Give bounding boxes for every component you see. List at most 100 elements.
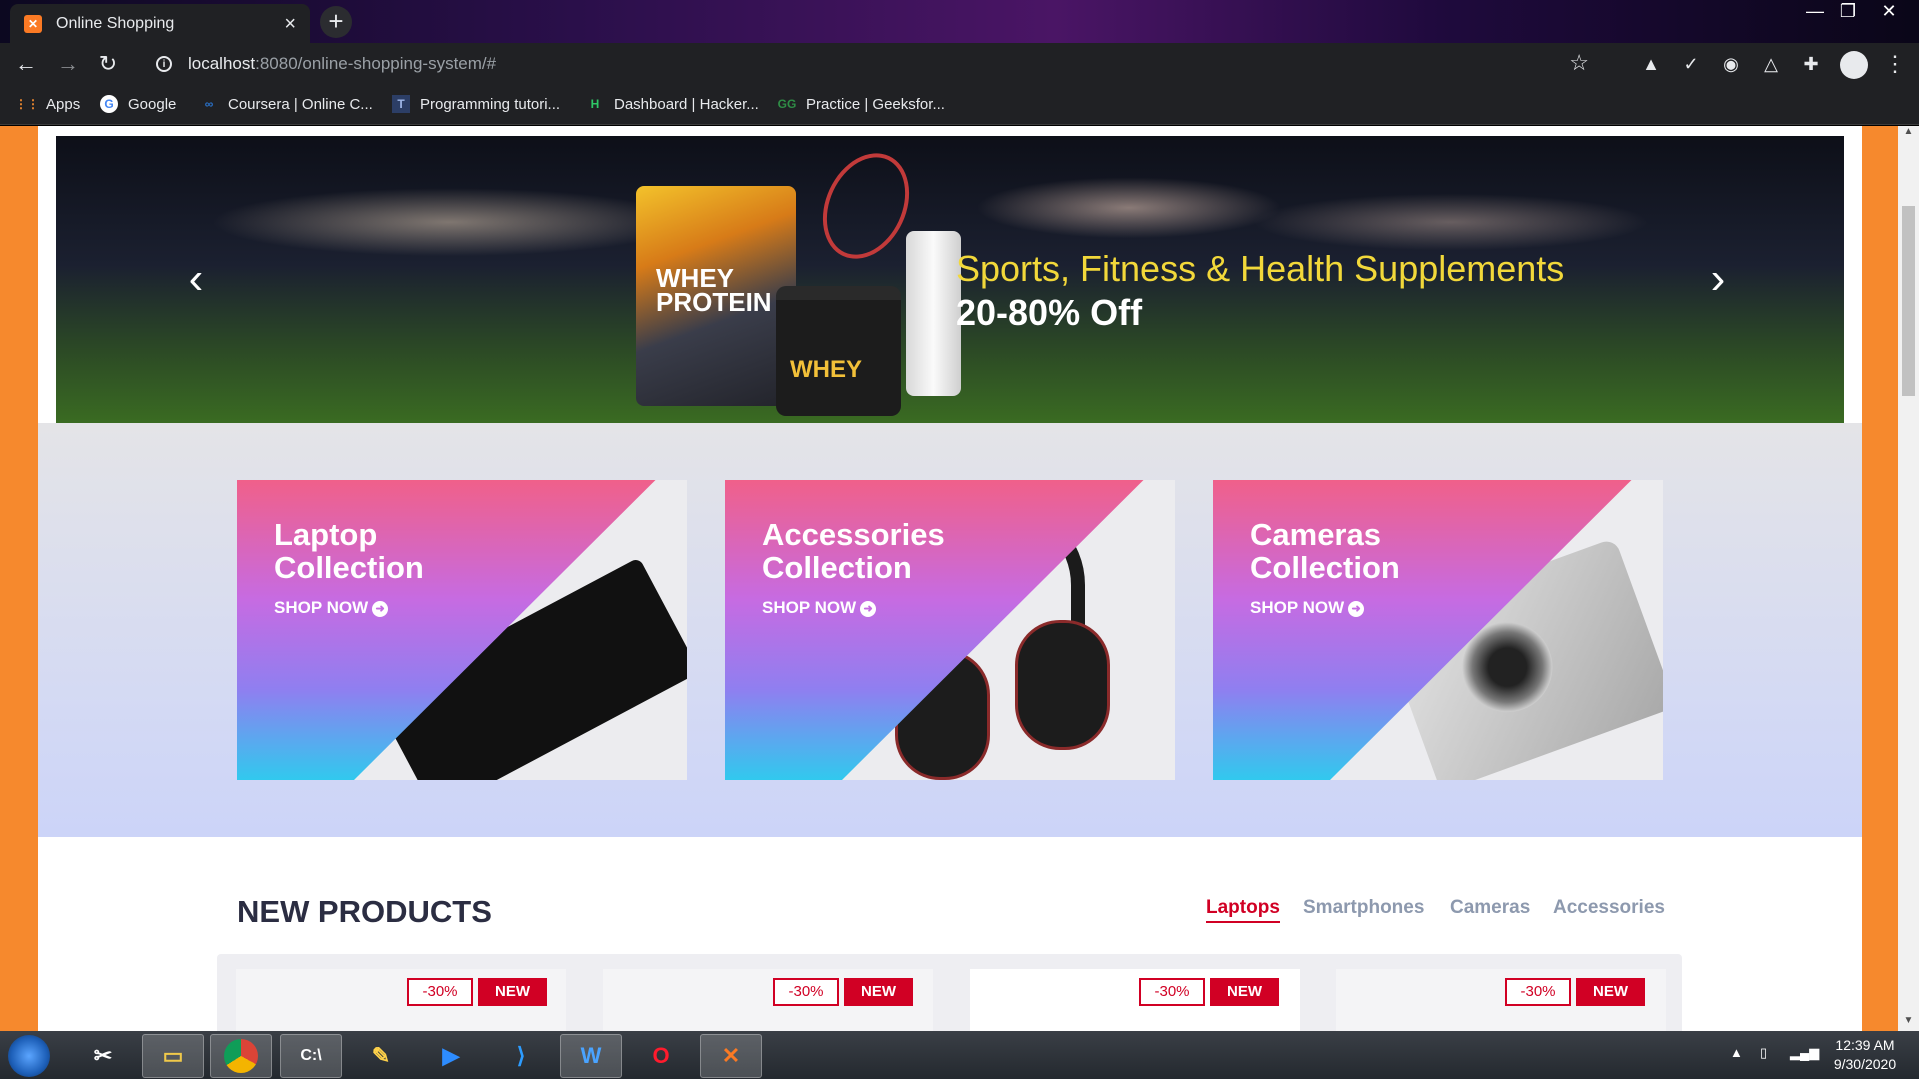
collection-title-line2: Collection xyxy=(1250,550,1400,585)
file-explorer-icon[interactable]: ▭ xyxy=(142,1034,204,1078)
shop-now-link[interactable]: SHOP NOW ➜ xyxy=(1250,598,1365,618)
system-clock[interactable]: 12:39 AM 9/30/2020 xyxy=(1822,1036,1908,1074)
collection-title: Laptop Collection xyxy=(274,518,424,584)
close-icon[interactable]: × xyxy=(284,14,296,34)
extension-circle-icon[interactable]: ◉ xyxy=(1720,53,1742,75)
hero-discount: 20-80% Off xyxy=(956,292,1143,333)
clock-date: 9/30/2020 xyxy=(1833,1056,1897,1072)
collection-title: Cameras Collection xyxy=(1250,518,1400,584)
extension-check-icon[interactable]: ✓ xyxy=(1680,53,1702,75)
bookmark-label: Google xyxy=(128,95,177,113)
laptop-collection-card[interactable]: Laptop Collection SHOP NOW ➜ xyxy=(237,480,687,780)
reload-icon[interactable]: ↻ xyxy=(94,51,122,79)
info-icon[interactable]: i xyxy=(156,56,172,72)
coursera-icon: ∞ xyxy=(204,97,214,111)
forward-icon[interactable]: → xyxy=(54,51,82,79)
minimize-icon[interactable]: — xyxy=(1797,0,1833,22)
tab-cameras[interactable]: Cameras xyxy=(1450,897,1530,919)
bookmark-apps[interactable]: ⋮⋮ Apps xyxy=(15,95,81,113)
bookmark-label: Apps xyxy=(46,95,81,113)
sale-badge: -30% xyxy=(1139,978,1205,1006)
shop-now-label: SHOP NOW xyxy=(1250,598,1345,617)
profile-avatar-icon[interactable] xyxy=(1840,51,1868,79)
bookmark-star-icon[interactable]: ☆ xyxy=(1569,50,1589,76)
collections-section: Laptop Collection SHOP NOW ➜ Accessories … xyxy=(38,423,1862,837)
headphones-cup-right xyxy=(1015,620,1110,750)
network-signal-icon[interactable]: ▂▄▆ xyxy=(1790,1045,1819,1061)
clock-time: 12:39 AM xyxy=(1835,1037,1895,1053)
geeksforgeeks-icon: GG xyxy=(777,97,797,111)
collection-title-line1: Cameras xyxy=(1250,517,1381,552)
accessories-collection-card[interactable]: Accessories Collection SHOP NOW ➜ xyxy=(725,480,1175,780)
command-prompt-icon[interactable]: C:\ xyxy=(280,1034,342,1078)
tab-strip: ✕ Online Shopping × + — ❐ ✕ xyxy=(0,0,1919,43)
extensions-puzzle-icon[interactable]: ✚ xyxy=(1800,53,1822,75)
tab-smartphones[interactable]: Smartphones xyxy=(1303,897,1424,919)
extension-drive-icon[interactable]: △ xyxy=(1760,53,1782,75)
wps-writer-icon[interactable]: W xyxy=(560,1034,622,1078)
tutorial-icon: T xyxy=(392,95,410,113)
collection-title: Accessories Collection xyxy=(762,518,945,584)
xampp-taskbar-icon[interactable]: ✕ xyxy=(700,1034,762,1078)
sale-badge: -30% xyxy=(773,978,839,1006)
arrow-circle-right-icon: ➜ xyxy=(372,600,389,617)
section-title: NEW PRODUCTS xyxy=(237,894,492,929)
carousel-prev-icon[interactable]: ‹ xyxy=(176,254,216,304)
browser-menu-icon[interactable]: ⋮ xyxy=(1884,51,1906,77)
back-icon[interactable]: ← xyxy=(12,51,40,79)
collection-title-line1: Laptop xyxy=(274,517,378,552)
scroll-up-icon[interactable]: ▲ xyxy=(1898,126,1919,142)
start-button[interactable] xyxy=(8,1035,50,1077)
address-bar[interactable]: i localhost:8080/online-shopping-system/… xyxy=(140,48,1601,80)
snipping-tool-icon[interactable]: ✂ xyxy=(72,1034,134,1078)
scroll-down-icon[interactable]: ▼ xyxy=(1898,1015,1919,1031)
new-tab-button[interactable]: + xyxy=(320,6,352,38)
bookmark-programming[interactable]: T Programming tutori... xyxy=(392,95,560,113)
battery-icon[interactable]: ▯ xyxy=(1760,1045,1767,1061)
new-badge: NEW xyxy=(478,978,547,1006)
scroll-thumb[interactable] xyxy=(1902,206,1915,396)
carousel-next-icon[interactable]: › xyxy=(1698,254,1738,304)
zoom-icon[interactable]: ▶ xyxy=(420,1034,482,1078)
bookmark-label: Dashboard | Hacker... xyxy=(614,95,759,113)
tray-expand-icon[interactable]: ▲ xyxy=(1730,1045,1743,1060)
opera-icon[interactable]: O xyxy=(630,1034,692,1078)
bookmark-label: Programming tutori... xyxy=(420,95,561,113)
whey-tub-image xyxy=(776,286,901,416)
shuttlecock-tube-image xyxy=(906,231,961,396)
browser-tab[interactable]: ✕ Online Shopping × xyxy=(10,4,310,43)
hackerrank-icon: H xyxy=(590,97,600,111)
arrow-circle-right-icon: ➜ xyxy=(860,600,877,617)
url-host: localhost xyxy=(188,54,256,73)
bookmark-google[interactable]: G Google xyxy=(100,95,176,113)
sale-badge: -30% xyxy=(407,978,473,1006)
shop-now-label: SHOP NOW xyxy=(762,598,857,617)
arrow-circle-right-icon: ➜ xyxy=(1348,600,1365,617)
shop-now-link[interactable]: SHOP NOW ➜ xyxy=(762,598,877,618)
tab-laptops[interactable]: Laptops xyxy=(1206,897,1280,923)
chrome-icon[interactable] xyxy=(210,1034,272,1078)
new-badge: NEW xyxy=(1210,978,1279,1006)
hero-headline: Sports, Fitness & Health Supplements xyxy=(956,248,1565,289)
new-badge: NEW xyxy=(844,978,913,1006)
window-close-icon[interactable]: ✕ xyxy=(1871,0,1907,22)
bookmark-label: Coursera | Online C... xyxy=(228,95,373,113)
bookmark-hackerrank[interactable]: H Dashboard | Hacker... xyxy=(586,95,759,113)
notepad-icon[interactable]: ✎ xyxy=(350,1034,412,1078)
bookmark-coursera[interactable]: ∞ Coursera | Online C... xyxy=(200,95,373,113)
page-scrollbar[interactable]: ▲ ▼ xyxy=(1898,126,1919,1031)
shop-now-link[interactable]: SHOP NOW ➜ xyxy=(274,598,389,618)
apps-grid-icon: ⋮⋮ xyxy=(15,97,39,111)
tab-accessories[interactable]: Accessories xyxy=(1553,897,1665,919)
bookmark-geeksforgeeks[interactable]: GG Practice | Geeksfor... xyxy=(778,95,945,113)
google-icon: G xyxy=(100,95,118,113)
bookmarks-bar: ⋮⋮ Apps G Google ∞ Coursera | Online C..… xyxy=(0,85,1919,125)
restore-icon[interactable]: ❐ xyxy=(1830,0,1866,22)
whey-bag-label: WHEY PROTEIN xyxy=(656,263,772,317)
page-content: WHEY PROTEIN WHEY Sports, Fitness & Heal… xyxy=(38,126,1862,1031)
xampp-icon: ✕ xyxy=(24,14,42,33)
cameras-collection-card[interactable]: Cameras Collection SHOP NOW ➜ xyxy=(1213,480,1663,780)
extension-mountain-icon[interactable]: ▲ xyxy=(1640,53,1662,75)
bookmark-label: Practice | Geeksfor... xyxy=(806,95,945,113)
vscode-icon[interactable]: ⟩ xyxy=(490,1034,552,1078)
